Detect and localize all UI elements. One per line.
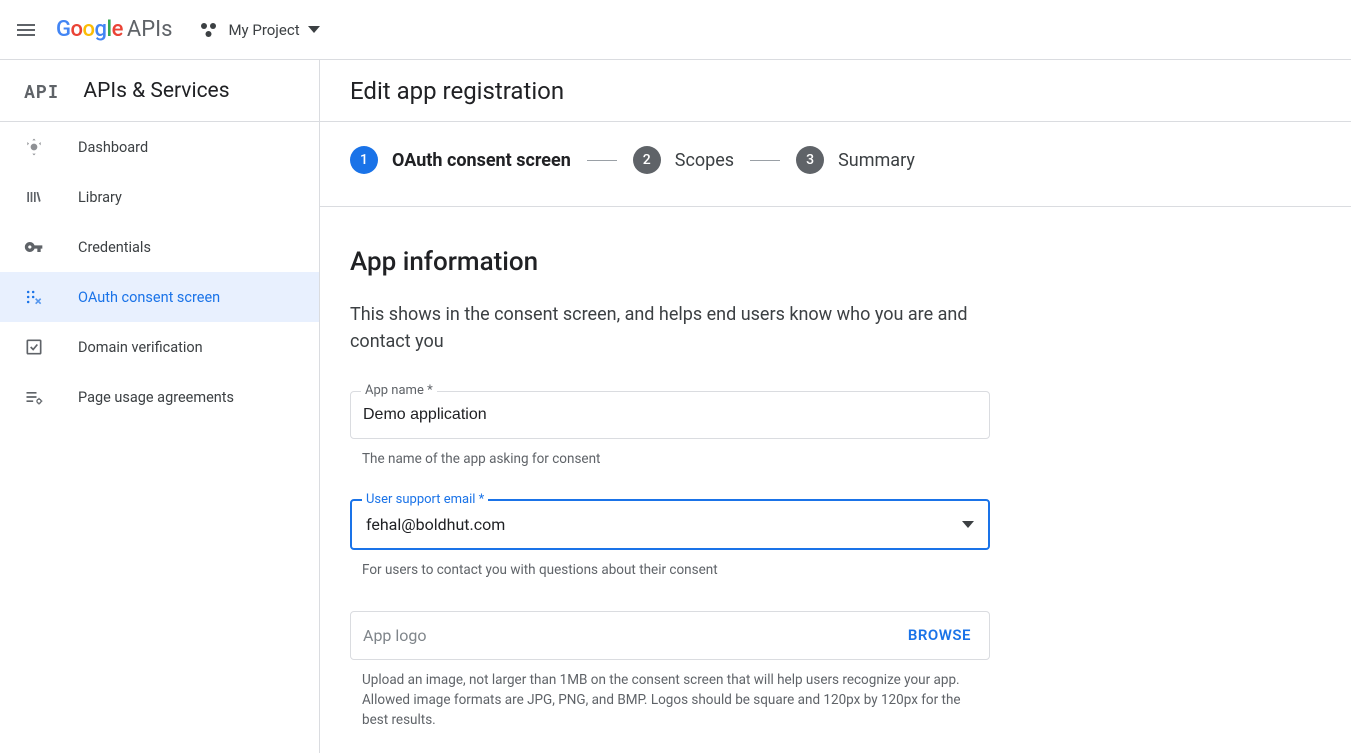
step-divider — [750, 160, 780, 161]
field-label: App name * — [361, 383, 437, 398]
api-badge: API — [24, 79, 59, 103]
app-name-input[interactable] — [351, 392, 989, 438]
library-icon — [24, 187, 44, 207]
step-label: Scopes — [675, 150, 734, 171]
menu-icon[interactable] — [14, 18, 38, 42]
logo-suffix: APIs — [127, 17, 173, 42]
sidebar-header: API APIs & Services — [0, 60, 319, 122]
main-content: Edit app registration 1 OAuth consent sc… — [320, 60, 1351, 753]
sidebar-item-library[interactable]: Library — [0, 172, 319, 222]
support-email-select[interactable]: fehal@boldhut.com — [352, 501, 988, 548]
stepper: 1 OAuth consent screen 2 Scopes 3 Summar… — [320, 122, 1351, 207]
step-number: 3 — [796, 146, 824, 174]
support-email-field[interactable]: User support email * fehal@boldhut.com — [350, 499, 990, 550]
project-name: My Project — [228, 21, 299, 39]
sidebar-item-label: Credentials — [78, 239, 151, 256]
form-content: App information This shows in the consen… — [320, 207, 1310, 753]
sidebar-item-dashboard[interactable]: Dashboard — [0, 122, 319, 172]
support-email-group: User support email * fehal@boldhut.com F… — [350, 499, 1280, 580]
step-scopes[interactable]: 2 Scopes — [633, 146, 734, 174]
step-number: 1 — [350, 146, 378, 174]
step-number: 2 — [633, 146, 661, 174]
field-label: User support email * — [362, 492, 488, 507]
project-icon — [200, 21, 218, 39]
app-name-group: App name * The name of the app asking fo… — [350, 391, 1280, 469]
step-summary[interactable]: 3 Summary — [796, 146, 915, 174]
app-name-field[interactable]: App name * — [350, 391, 990, 439]
key-icon — [24, 237, 44, 257]
dashboard-icon — [24, 137, 44, 157]
dropdown-arrow-icon — [962, 521, 974, 528]
sidebar-item-label: Domain verification — [78, 339, 203, 356]
field-label: App logo — [363, 626, 427, 645]
field-hint: The name of the app asking for consent — [350, 449, 990, 469]
sidebar-title: APIs & Services — [83, 79, 229, 103]
main-header: Edit app registration — [320, 60, 1351, 122]
sidebar-item-oauth-consent[interactable]: OAuth consent screen — [0, 272, 319, 322]
field-hint: Upload an image, not larger than 1MB on … — [350, 670, 990, 731]
step-label: Summary — [838, 150, 915, 171]
consent-icon — [24, 287, 44, 307]
section-title: App information — [350, 247, 1280, 277]
top-header: Google APIs My Project — [0, 0, 1351, 60]
sidebar-item-label: Library — [78, 189, 122, 206]
step-oauth-consent[interactable]: 1 OAuth consent screen — [350, 146, 571, 174]
sidebar: API APIs & Services Dashboard Library Cr… — [0, 60, 320, 753]
sidebar-item-label: Dashboard — [78, 139, 148, 156]
check-icon — [24, 337, 44, 357]
project-selector[interactable]: My Project — [190, 15, 329, 45]
browse-button[interactable]: BROWSE — [908, 626, 971, 644]
sidebar-item-domain-verification[interactable]: Domain verification — [0, 322, 319, 372]
sidebar-item-label: Page usage agreements — [78, 389, 234, 406]
sidebar-item-page-usage[interactable]: Page usage agreements — [0, 372, 319, 422]
sidebar-item-label: OAuth consent screen — [78, 289, 220, 306]
app-logo-field[interactable]: App logo BROWSE — [350, 611, 990, 660]
page-title: Edit app registration — [350, 77, 564, 105]
settings-icon — [24, 387, 44, 407]
google-apis-logo[interactable]: Google APIs — [56, 17, 172, 42]
step-divider — [587, 160, 617, 161]
dropdown-arrow-icon — [308, 26, 320, 33]
selected-value: fehal@boldhut.com — [366, 515, 505, 534]
step-label: OAuth consent screen — [392, 150, 571, 171]
sidebar-item-credentials[interactable]: Credentials — [0, 222, 319, 272]
section-description: This shows in the consent screen, and he… — [350, 301, 990, 355]
field-hint: For users to contact you with questions … — [350, 560, 990, 580]
app-logo-group: App logo BROWSE Upload an image, not lar… — [350, 611, 1280, 731]
